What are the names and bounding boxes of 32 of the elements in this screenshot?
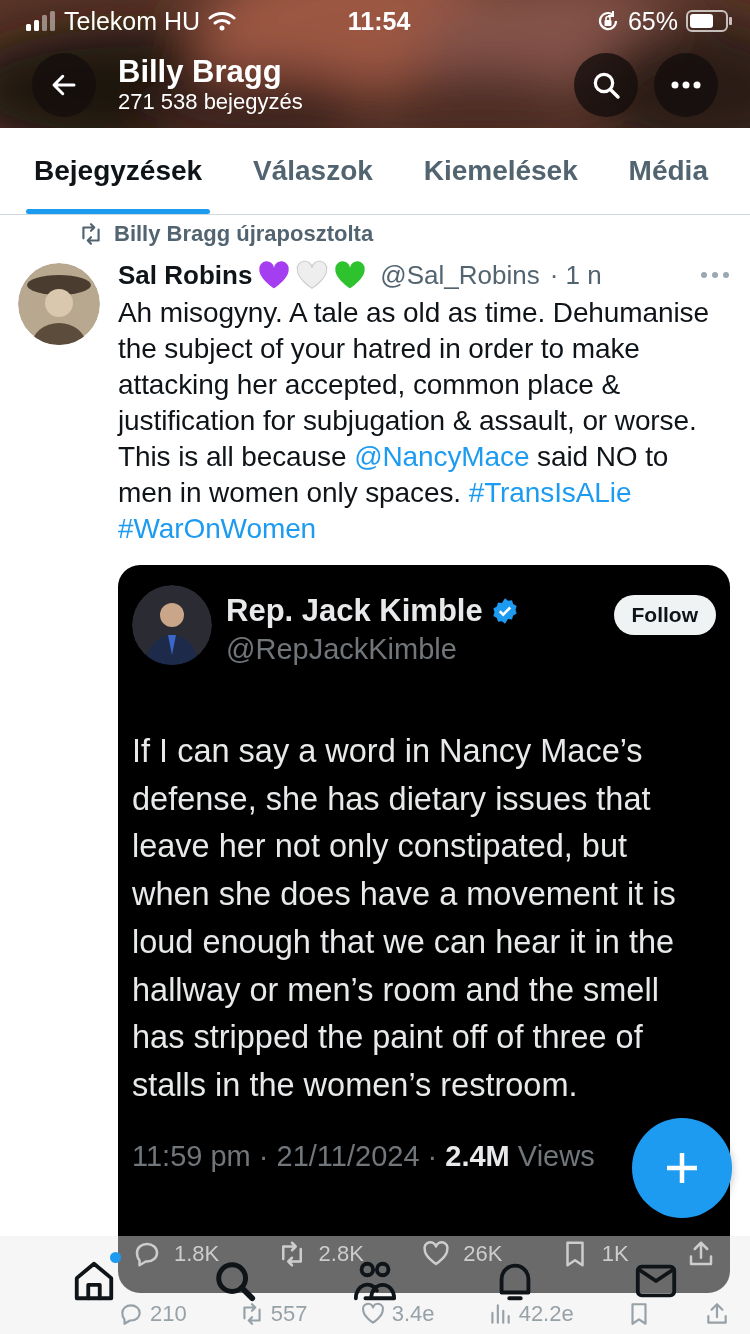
tab[interactable]: Kiemelések xyxy=(415,128,586,214)
follow-button[interactable]: Follow xyxy=(613,595,716,635)
post-time: · 1 n xyxy=(549,259,602,291)
wifi-icon xyxy=(208,11,237,31)
action-count: 557 xyxy=(270,1302,308,1326)
quoted-post-meta: 11:59 pm · 21/11/2024 · 2.4M Views xyxy=(132,1139,595,1173)
stat-count: 26K xyxy=(463,1241,503,1267)
battery-percent: 65% xyxy=(627,6,678,36)
battery-icon xyxy=(686,10,732,32)
signal-icon xyxy=(26,11,56,31)
tab[interactable]: Bejegyzések xyxy=(26,128,211,214)
stat-count: 1K xyxy=(601,1241,629,1267)
action-count: 210 xyxy=(150,1302,187,1326)
tab[interactable]: Válaszok xyxy=(244,128,381,214)
carrier-name: Telekom HU xyxy=(64,6,201,36)
plus-icon xyxy=(664,1150,700,1186)
profile-name: Billy Bragg xyxy=(118,55,282,89)
quoted-author-handle: @RepJackKimble xyxy=(226,633,458,666)
action-count: 3.4e xyxy=(391,1302,435,1326)
tab[interactable]: Média xyxy=(620,128,716,214)
clock-time: 11:54 xyxy=(347,6,411,36)
action-count: 42.2e xyxy=(518,1302,574,1326)
more-icon xyxy=(671,81,701,89)
quoted-post-text: If I can say a word in Nancy Mace’s defense, she has dietary issues that leave her not only constipated, but when she does have a movement it is loud enough that we can hear it in the hallway or men’s room and the smell has stripped the paint off of three of stalls in the women’s restroom. xyxy=(132,732,677,1105)
post-count: 271 538 bejegyzés xyxy=(118,89,303,115)
repost-label[interactable]: Billy Bragg újraposztolta xyxy=(114,221,374,247)
stat-count: 2.8K xyxy=(318,1241,364,1267)
stat-count: 1.8K xyxy=(174,1241,220,1267)
quoted-author-name: Rep. Jack Kimble xyxy=(226,593,483,629)
author-name[interactable]: Sal Robins xyxy=(118,259,253,291)
post-text: Ah misogyny. A tale as old as time. Dehumanise the subject of your hatred in order to make attacking her accepted, common place & justification for subjugation & assault, or worse. This is all because @NancyMace said NO to men in women only spaces. #TransIsALie #WarOnWomen xyxy=(118,296,710,546)
author-handle[interactable]: @Sal_Robins xyxy=(380,259,540,291)
